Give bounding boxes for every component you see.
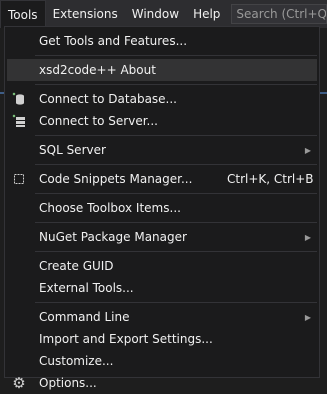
menu-extensions[interactable]: Extensions [46,0,125,28]
database-connect-icon [11,91,27,107]
menu-item-get-tools[interactable]: Get Tools and Features... [5,30,319,52]
menu-item-external-tools[interactable]: External Tools... [5,277,319,299]
menu-item-xsd2code-about[interactable]: xsd2code++ About [7,59,317,81]
separator [35,55,317,56]
menu-item-command-line[interactable]: Command Line ▶ [5,306,319,328]
menu-item-nuget[interactable]: NuGet Package Manager ▶ [5,226,319,248]
menu-item-label: Code Snippets Manager... [39,172,193,186]
separator [35,251,317,252]
menu-item-create-guid[interactable]: Create GUID [5,255,319,277]
menu-item-customize[interactable]: Customize... [5,350,319,372]
menu-item-connect-server[interactable]: Connect to Server... [5,110,319,132]
separator [35,302,317,303]
menu-tools[interactable]: Tools [0,0,46,28]
menu-window[interactable]: Window [125,0,186,28]
menu-item-options[interactable]: ⚙ Options... [5,372,319,394]
menu-item-label: Command Line [39,310,130,324]
menu-item-label: Choose Toolbox Items... [39,201,181,215]
menu-item-choose-toolbox[interactable]: Choose Toolbox Items... [5,197,319,219]
menu-item-label: Connect to Server... [39,114,158,128]
gear-icon: ⚙ [12,374,26,392]
search-input[interactable]: Search (Ctrl+Q [231,4,327,24]
snippet-box-icon [11,171,27,187]
submenu-arrow-icon: ▶ [304,145,311,155]
menu-item-label: NuGet Package Manager [39,230,187,244]
editor-accent-line-right [320,92,327,94]
submenu-arrow-icon: ▶ [304,232,311,242]
separator [35,164,317,165]
menu-item-import-export[interactable]: Import and Export Settings... [5,328,319,350]
menu-item-connect-database[interactable]: Connect to Database... [5,88,319,110]
menu-item-label: SQL Server [39,143,106,157]
menu-item-label: xsd2code++ About [39,63,156,77]
menu-item-label: Import and Export Settings... [39,332,213,346]
separator [35,222,317,223]
menu-item-code-snippets[interactable]: Code Snippets Manager... Ctrl+K, Ctrl+B [5,168,319,190]
menu-item-label: Create GUID [39,259,114,273]
menu-item-label: Options... [39,376,97,390]
submenu-arrow-icon: ▶ [304,312,311,322]
shortcut-label: Ctrl+K, Ctrl+B [227,172,314,186]
menu-help[interactable]: Help [186,0,227,28]
menu-item-sql-server[interactable]: SQL Server ▶ [5,139,319,161]
menu-item-label: Customize... [39,354,114,368]
separator [35,193,317,194]
separator [35,84,317,85]
tools-dropdown-menu: Get Tools and Features... xsd2code++ Abo… [4,26,320,392]
server-connect-icon [11,113,27,129]
separator [35,135,317,136]
menu-item-label: Get Tools and Features... [39,34,188,48]
menu-bar: Tools Extensions Window Help Search (Ctr… [0,0,327,28]
menu-item-label: External Tools... [39,281,134,295]
menu-item-label: Connect to Database... [39,92,177,106]
